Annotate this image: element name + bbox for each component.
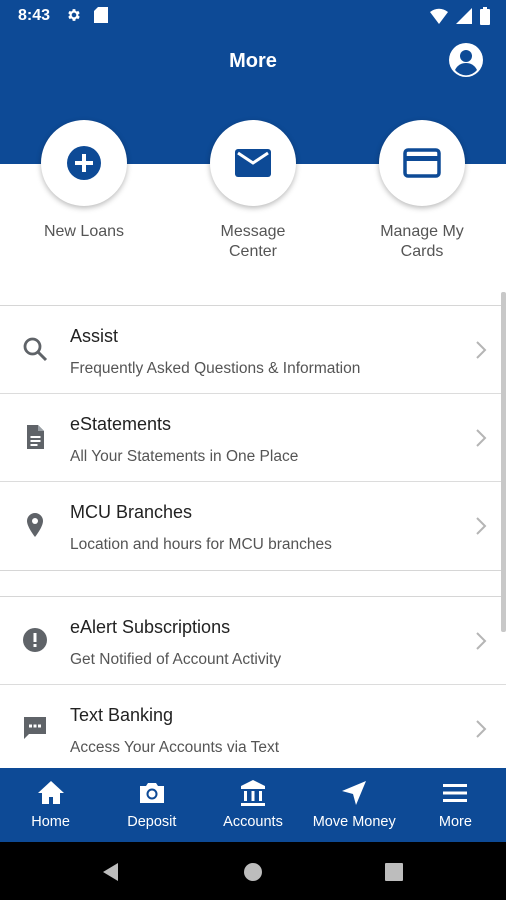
list-item-title: Assist <box>70 326 119 346</box>
nav-label: Move Money <box>312 814 396 830</box>
status-time: 8:43 <box>18 7 51 24</box>
new-loans-label: New Loans <box>43 223 125 240</box>
list-item-title: eAlert Subscriptions <box>70 617 231 637</box>
nav-item-accounts[interactable]: Accounts <box>202 768 303 842</box>
list-item-assist[interactable]: Assist Frequently Asked Questions & Info… <box>0 306 506 394</box>
system-nav-bar <box>0 842 506 900</box>
nav-item-deposit[interactable]: Deposit <box>101 768 202 842</box>
scrollbar[interactable] <box>501 292 506 632</box>
document-icon <box>27 425 44 449</box>
menu-icon <box>443 784 468 802</box>
nav-label: Home <box>31 814 70 830</box>
camera-icon <box>139 783 164 803</box>
new-loans-circle[interactable] <box>41 120 127 206</box>
signal-icon <box>456 8 472 24</box>
alert-circle-icon <box>23 628 47 652</box>
credit-card-icon <box>403 148 441 178</box>
list-section-secondary: eAlert Subscriptions Get Notified of Acc… <box>0 596 506 773</box>
chevron-right-icon <box>476 429 487 447</box>
quick-actions: New Loans Message Center Manage My Cards <box>0 120 506 270</box>
list-item-ealert-subscriptions[interactable]: eAlert Subscriptions Get Notified of Acc… <box>0 597 506 685</box>
chat-icon <box>24 717 46 739</box>
list-item-title: Text Banking <box>70 705 174 725</box>
nav-item-move-money[interactable]: Move Money <box>304 768 405 842</box>
navigation-arrow-icon <box>342 781 367 805</box>
home-icon <box>37 781 64 804</box>
list-item-subtitle: All Your Statements in One Place <box>70 448 299 465</box>
sd-card-icon <box>94 7 108 23</box>
recents-icon[interactable] <box>383 861 405 883</box>
list-item-subtitle: Get Notified of Account Activity <box>70 651 282 668</box>
list-item-subtitle: Access Your Accounts via Text <box>70 739 280 756</box>
chevron-right-icon <box>476 341 487 359</box>
message-center-label: Message Center <box>220 223 286 260</box>
page-title: More <box>229 50 277 72</box>
chevron-right-icon <box>476 632 487 650</box>
list-item-subtitle: Frequently Asked Questions & Information <box>70 360 361 377</box>
list-item-title: eStatements <box>70 414 172 434</box>
bottom-nav: Home Deposit Accounts Move Money More <box>0 764 506 842</box>
message-center-button[interactable]: Message Center <box>183 120 323 262</box>
status-bar: 8:43 <box>0 0 506 32</box>
manage-cards-button[interactable]: Manage My Cards <box>352 120 492 262</box>
list-section-primary: Assist Frequently Asked Questions & Info… <box>0 305 506 571</box>
chevron-right-icon <box>476 517 487 535</box>
search-icon <box>23 337 48 362</box>
wifi-icon <box>430 8 448 24</box>
account-circle-icon[interactable] <box>448 42 484 78</box>
battery-icon <box>480 7 490 25</box>
status-icons-left <box>66 7 108 23</box>
home-circle-icon[interactable] <box>242 861 264 883</box>
nav-item-more[interactable]: More <box>405 764 506 842</box>
back-icon[interactable] <box>100 861 122 883</box>
status-icons-right <box>430 7 490 25</box>
list-item-title: MCU Branches <box>70 502 193 522</box>
mail-icon <box>235 149 271 177</box>
gear-icon <box>68 9 80 21</box>
nav-label: More <box>438 814 472 830</box>
list-item-text-banking[interactable]: Text Banking Access Your Accounts via Te… <box>0 685 506 773</box>
list-item-estatements[interactable]: eStatements All Your Statements in One P… <box>0 394 506 482</box>
new-loans-button[interactable]: New Loans <box>14 120 154 242</box>
location-pin-icon <box>27 513 43 537</box>
manage-cards-label: Manage My Cards <box>380 223 464 260</box>
add-circle-icon <box>67 146 101 180</box>
nav-label: Deposit <box>127 814 177 830</box>
list-item-subtitle: Location and hours for MCU branches <box>70 536 332 553</box>
nav-label: Accounts <box>223 814 283 830</box>
nav-item-home[interactable]: Home <box>0 768 101 842</box>
bank-icon <box>241 780 265 806</box>
list-item-mcu-branches[interactable]: MCU Branches Location and hours for MCU … <box>0 482 506 570</box>
chevron-right-icon <box>476 720 487 738</box>
message-center-circle[interactable] <box>210 120 296 206</box>
manage-cards-circle[interactable] <box>379 120 465 206</box>
